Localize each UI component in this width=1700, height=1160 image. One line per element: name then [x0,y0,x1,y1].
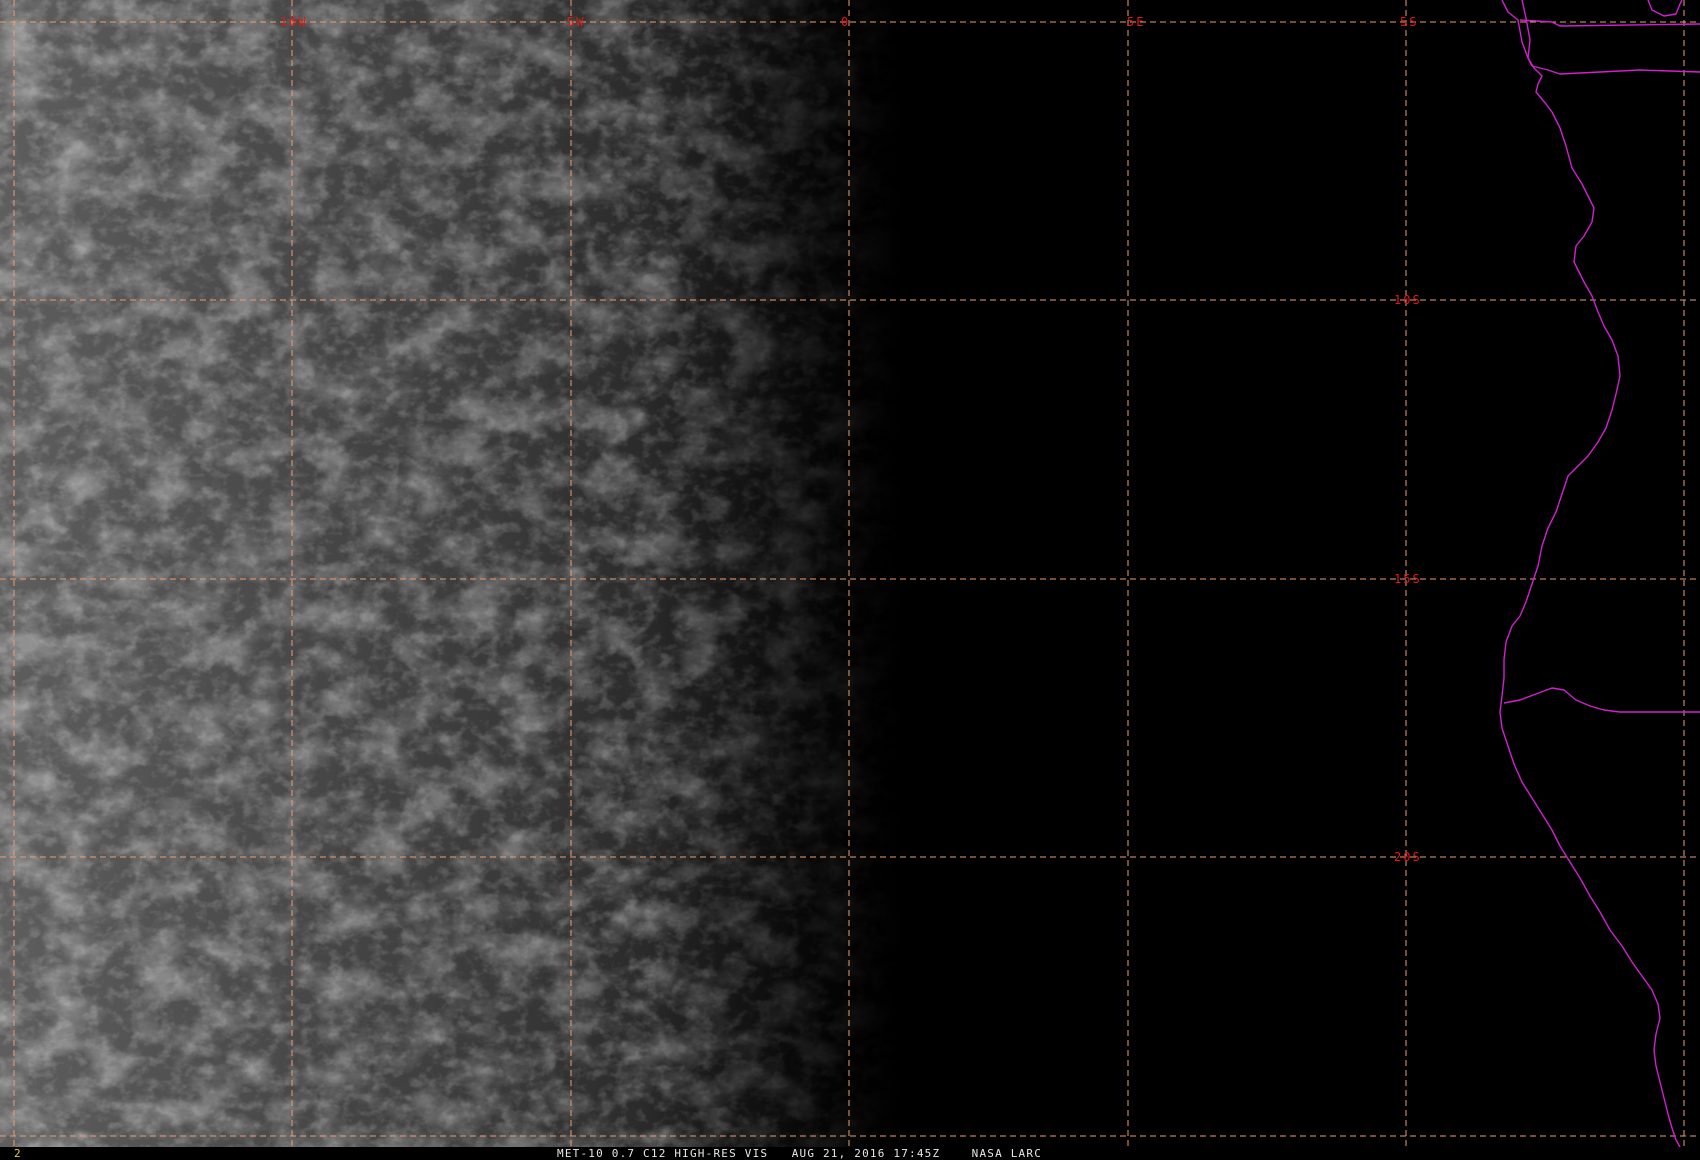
longitude-label: 10W [280,15,308,29]
longitude-label: 5E [1127,15,1146,29]
frame-number: 2 [14,1147,21,1160]
latitude-label: 10S [1394,293,1422,307]
longitude-label: 5W [567,15,586,29]
country-border [1503,687,1700,713]
observation-datetime: AUG 21, 2016 17:45Z [791,1147,941,1160]
map-overlay [0,0,1700,1148]
image-caption: MET-10 0.7 C12 HIGH-RES VIS AUG 21, 2016… [557,1147,1042,1160]
latitude-label: 5S [1400,15,1419,29]
longitude-label: 0 [841,15,851,29]
country-border [1531,65,1700,75]
status-bar: 2 MET-10 0.7 C12 HIGH-RES VIS AUG 21, 20… [0,1147,1700,1160]
data-source: NASA LARC [971,1147,1043,1160]
satellite-image-viewer: 10W 5W 0 5E 5S 10S 15S 20S 2 MET-10 0.7 … [0,0,1700,1160]
country-border [1519,19,1700,27]
country-border [1647,0,1683,17]
latitude-label: 20S [1394,850,1422,864]
latitude-label: 15S [1394,572,1422,586]
product-name: MET-10 0.7 C12 HIGH-RES VIS [557,1147,769,1160]
coastline [1499,0,1681,1148]
